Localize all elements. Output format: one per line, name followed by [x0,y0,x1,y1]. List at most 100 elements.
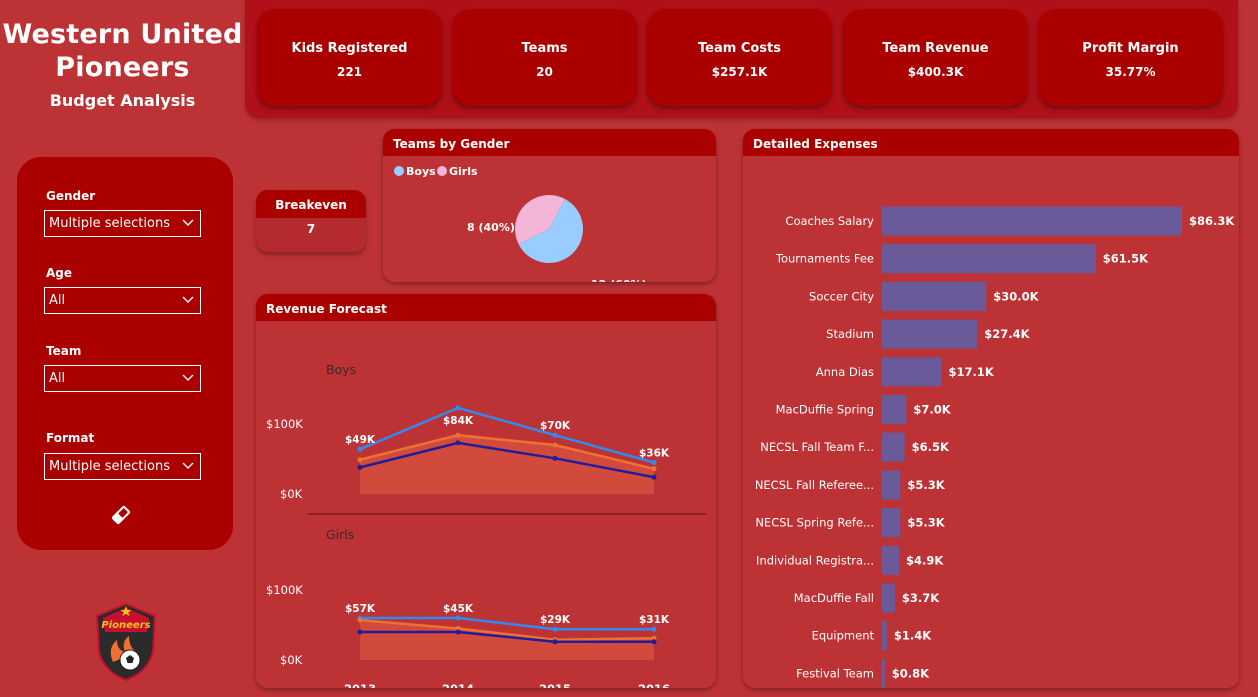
lower-bound-line-point [651,474,657,480]
data-label: $84K [443,415,474,427]
x-tick-label: 2015 [539,682,571,688]
data-label: $70K [540,420,571,432]
gender-filter-label: Gender [46,189,96,203]
team-filter-value: All [49,371,66,386]
chevron-down-icon [182,374,194,381]
lower-bound-line-point [357,629,363,635]
format-filter-value: Multiple selections [49,459,170,474]
expense-bar [882,357,942,387]
kpi-label: Team Revenue [882,41,989,56]
data-label: $49K [345,434,376,446]
kpi-card-profit-margin[interactable]: Profit Margin 35.77% [1038,9,1223,106]
team-filter-dropdown[interactable]: All [44,365,201,392]
upper-bound-line-point [651,626,657,632]
chart-title: Detailed Expenses [743,129,1239,156]
format-filter-dropdown[interactable]: Multiple selections [44,453,201,480]
forecast-area [360,435,654,494]
forecast-line-point [357,457,363,463]
legend-marker-boys [394,166,404,176]
legend-label-girls: Girls [449,165,478,178]
kpi-card-teams[interactable]: Teams 20 [452,9,637,106]
chevron-down-icon [182,219,194,226]
lower-bound-line-point [552,455,558,461]
revenue-forecast-chart[interactable]: Boys $100K $0K $49K $84K $70K $36K Girls $100K $0… [256,321,716,688]
bar-value-label: $27.4K [984,327,1030,341]
detailed-expenses-chart[interactable]: Coaches Salary $86.3K Tournaments Fee $61.5… [743,156,1239,688]
forecast-line-point [552,442,558,448]
expense-bar [882,508,901,538]
expense-bar [882,658,885,688]
panel-title-girls: Girls [326,527,354,542]
bar-value-label: $0.8K [892,666,930,680]
x-tick-label: 2014 [442,682,474,688]
lower-bound-line-point [357,464,363,470]
bar-category-label: NECSL Fall Referee... [755,478,874,492]
kpi-card-team-revenue[interactable]: Team Revenue $400.3K [843,9,1028,106]
bar-value-label: $5.3K [907,478,945,492]
data-label: $31K [639,614,670,626]
upper-bound-line-point [455,405,461,411]
bar-category-label: Anna Dias [816,365,874,379]
expense-bar [882,583,895,613]
expense-bar [882,244,1096,274]
forecast-line-point [651,466,657,472]
team-filter-label: Team [46,344,82,358]
kpi-value: $400.3K [907,65,964,79]
upper-bound-line-point [552,626,558,632]
kpi-value: 35.77% [1105,65,1156,79]
dashboard-subtitle: Budget Analysis [49,91,196,110]
data-label: $45K [443,603,474,615]
gender-filter-dropdown[interactable]: Multiple selections [44,210,201,237]
eraser-icon[interactable] [109,503,133,527]
kpi-label: Team Costs [698,41,781,56]
upper-bound-line-point [651,460,657,465]
y-tick-label: $100K [266,583,303,597]
chevron-down-icon [182,462,194,469]
bar-value-label: $30.0K [993,289,1039,303]
data-label: $36K [639,448,670,460]
legend-label-boys: Boys [406,165,436,178]
bar-value-label: $7.0K [913,403,951,417]
expense-bar [882,395,907,424]
logo-text: Pioneers [101,620,150,631]
teams-by-gender-card: Teams by Gender Boys Girls 12 (60%) 8 (40%) [383,129,716,282]
data-label: $29K [540,614,571,626]
bar-category-label: MacDuffie Spring [776,403,874,417]
kpi-value: 221 [336,65,363,79]
bar-category-label: Festival Team [796,666,874,680]
kpi-card-kids[interactable]: Kids Registered 221 [257,9,442,106]
revenue-forecast-card: Revenue Forecast Boys $100K $0K $49K $84K $70… [256,294,716,688]
bar-category-label: Coaches Salary [785,214,874,228]
kpi-strip: Kids Registered 221 Teams 20 Team Costs … [245,0,1238,118]
kpi-value: 20 [536,65,553,79]
chevron-down-icon [182,296,194,303]
bar-category-label: Equipment [812,629,875,643]
lower-bound-line-point [552,639,558,645]
expense-bar [882,545,900,575]
legend-marker-girls [437,166,447,176]
breakeven-value: 7 [256,218,366,252]
bar-value-label: $5.3K [907,516,945,530]
dashboard-title: Western United Pioneers [0,18,245,84]
bar-value-label: $86.3K [1189,214,1235,228]
kpi-label: Teams [521,41,568,56]
teams-by-gender-chart[interactable]: Boys Girls 12 (60%) 8 (40%) [383,156,716,282]
bar-category-label: Stadium [826,327,874,341]
bar-category-label: Tournaments Fee [775,252,874,266]
kpi-card-team-costs[interactable]: Team Costs $257.1K [647,9,832,106]
x-tick-label: 2016 [638,682,670,688]
upper-bound-line-point [552,432,558,438]
data-label: $57K [345,603,376,615]
breakeven-card[interactable]: Breakeven 7 [256,190,366,252]
lower-bound-line-point [455,440,461,446]
expense-bar [882,621,887,651]
format-filter-label: Format [46,431,95,445]
title-line-1: Western United [2,19,243,50]
expense-bar [882,281,987,311]
chart-title: Revenue Forecast [256,294,716,321]
age-filter-dropdown[interactable]: All [44,287,201,314]
panel-title-boys: Boys [326,362,356,377]
gender-filter-value: Multiple selections [49,216,170,231]
y-tick-label: $0K [280,653,303,667]
lower-bound-line-point [651,639,657,645]
